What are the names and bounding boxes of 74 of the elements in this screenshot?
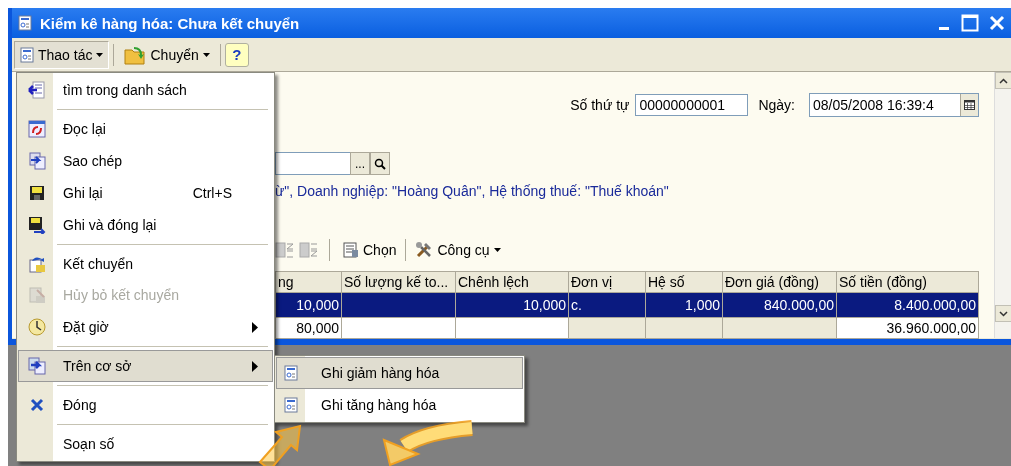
menu-item[interactable]: Đặt giờ <box>18 311 273 344</box>
column-header[interactable]: Chênh lệch <box>455 271 569 293</box>
date-field[interactable]: 08/05/2008 16:39:4 <box>809 93 979 117</box>
table-cell: 80,000 <box>296 320 339 336</box>
column-header[interactable]: Số lượng kế to... <box>341 271 456 293</box>
form-icon <box>18 15 32 31</box>
maximize-icon[interactable] <box>961 14 979 32</box>
window-title: Kiểm kê hàng hóa: Chưa kết chuyển <box>40 14 300 32</box>
menu-item[interactable]: Soạn số <box>18 428 273 461</box>
calendar-button[interactable] <box>960 94 978 116</box>
info-text: ừ", Doanh nghiệp: "Hoàng Quân", Hệ thống thuế: "Thuế khoán" <box>275 183 670 199</box>
table-cell: 10,000 <box>296 297 339 313</box>
field-label: Ngày: <box>758 97 795 113</box>
submenu-arrow-icon <box>252 360 258 372</box>
search-field[interactable] <box>275 152 350 175</box>
form-icon <box>284 397 298 413</box>
menu-item[interactable]: Trên cơ sở <box>18 350 273 383</box>
menu-item[interactable]: tìm trong danh sách <box>18 74 273 106</box>
column-header[interactable]: ng <box>275 271 342 293</box>
chevron-up-icon <box>999 77 1008 84</box>
caret-icon <box>202 52 210 57</box>
refresh-icon <box>28 119 46 138</box>
column-header[interactable]: Đơn giá (đồng) <box>722 271 837 293</box>
document-cancel-icon <box>28 286 46 305</box>
menu-item[interactable]: Ghi giảm hàng hóa <box>276 357 523 389</box>
menu-item[interactable]: Ghi và đóng lại <box>18 208 273 241</box>
menu-item[interactable]: Kết chuyển <box>18 247 273 280</box>
menu-item[interactable]: Ghi tăng hàng hóa <box>276 389 523 421</box>
table-cell: 8.400.000,00 <box>894 297 976 313</box>
chevron-down-icon <box>999 310 1008 317</box>
tools-icon <box>415 241 434 259</box>
tools-button[interactable]: Công cụ <box>412 238 504 262</box>
table-cell: 840.000,00 <box>763 297 834 313</box>
scroll-up-button[interactable] <box>995 72 1011 89</box>
table-cell: 1,000 <box>684 297 720 313</box>
caret-icon <box>96 52 104 57</box>
field-label: Số thứ tự <box>570 97 630 113</box>
column-header[interactable]: Hệ số <box>645 271 723 293</box>
menu-item[interactable]: Đóng <box>18 389 273 422</box>
column-header[interactable]: Số tiền (đồng) <box>836 271 979 293</box>
clock-icon <box>28 318 46 337</box>
form-icon <box>284 365 298 381</box>
table-cell: 36.960.000,00 <box>886 320 976 336</box>
shortcut-text: Ctrl+S <box>192 184 233 201</box>
floppy-disk-arrow-icon <box>28 215 46 234</box>
number-field[interactable]: 00000000001 <box>635 94 749 116</box>
submenu-arrow-icon <box>252 321 258 333</box>
folder-icon <box>124 44 147 65</box>
scrollbar[interactable] <box>994 72 1011 338</box>
caret-icon <box>493 248 501 252</box>
copy-icon <box>28 151 46 170</box>
sort-ascending-icon[interactable] <box>275 240 295 260</box>
calendar-icon <box>964 100 975 110</box>
scroll-down-button[interactable] <box>995 305 1011 322</box>
list-arrow-icon <box>28 80 46 99</box>
form-icon <box>20 46 34 63</box>
document-arrow-icon <box>28 254 46 273</box>
table-cell: 10,000 <box>523 297 566 313</box>
search-button[interactable] <box>370 152 390 175</box>
select-button[interactable]: Chọn <box>340 238 400 262</box>
annotation-arrow <box>258 424 302 466</box>
search-icon <box>374 157 386 170</box>
close-icon[interactable] <box>989 15 1005 31</box>
help-button[interactable]: ? <box>224 42 249 67</box>
lookup-button[interactable]: ... <box>350 152 370 175</box>
menu-item[interactable]: Đọc lại <box>18 112 273 145</box>
list-icon <box>343 242 359 258</box>
copy-icon <box>28 357 46 376</box>
menu-item[interactable]: Ghi lại Ctrl+S <box>18 176 273 209</box>
menu-item[interactable]: Sao chép <box>18 144 273 177</box>
column-header[interactable]: Đơn vị <box>568 271 646 293</box>
toolbar-button[interactable]: Thao tác <box>14 40 110 69</box>
table-cell: c. <box>571 297 582 313</box>
toolbar-button[interactable]: Chuyển <box>118 40 216 69</box>
